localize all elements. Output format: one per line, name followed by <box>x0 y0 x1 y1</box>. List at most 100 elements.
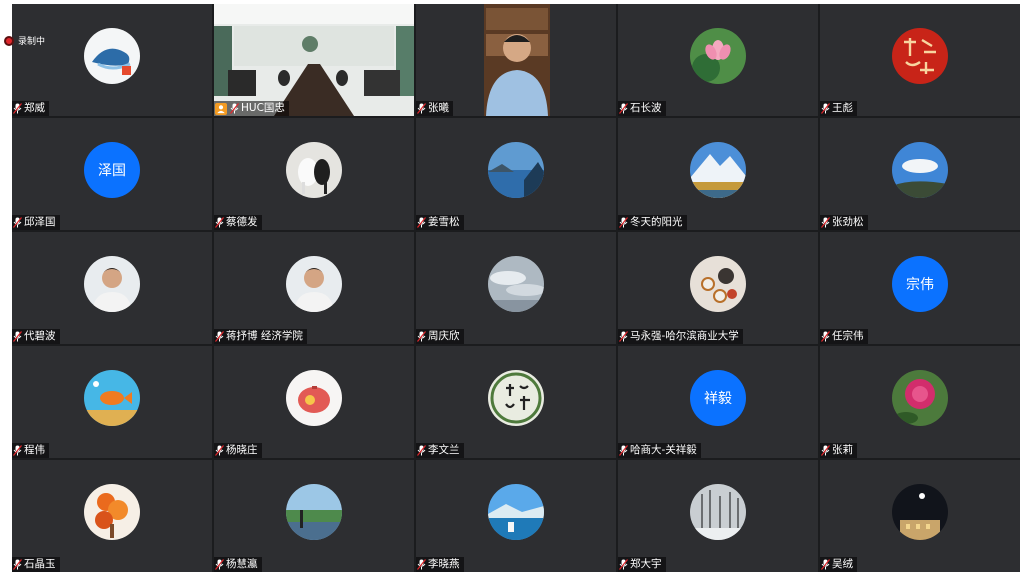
peony-flower-icon <box>892 370 948 426</box>
participant-name-bar: 哈商大-关祥毅 <box>618 443 701 458</box>
participant-tile[interactable]: 郑威 录制中 <box>6 4 212 116</box>
participant-tile[interactable]: 宗伟 任宗伟 <box>820 232 1020 344</box>
participant-name: 蒋抒博 经济学院 <box>226 330 303 342</box>
participant-name: 姜雪松 <box>428 216 460 228</box>
tea-set-icon <box>690 256 746 312</box>
participant-tile[interactable]: 张曦 <box>416 4 616 116</box>
participant-name-bar: HUC国忠 <box>214 101 289 116</box>
participant-name: 马永强-哈尔滨商业大学 <box>630 330 739 342</box>
microphone-icon <box>215 559 224 570</box>
microphone-icon <box>13 445 22 456</box>
participant-name-bar: 杨慧瀛 <box>214 557 262 572</box>
whale-logo-icon <box>84 28 140 84</box>
participant-name-bar: 石晶玉 <box>12 557 60 572</box>
participant-tile[interactable]: 王彪 <box>820 4 1020 116</box>
lake-landscape-icon <box>488 142 544 198</box>
participant-name: 郑威 <box>24 102 45 114</box>
participant-tile[interactable]: 祥毅 哈商大-关祥毅 <box>618 346 818 458</box>
participant-tile[interactable]: 代碧波 <box>12 232 212 344</box>
recording-dot-icon <box>6 37 12 44</box>
participant-name: 王彪 <box>832 102 853 114</box>
microphone-icon <box>821 559 830 570</box>
participant-name: 冬天的阳光 <box>630 216 683 228</box>
microphone-icon <box>821 445 830 456</box>
participant-tile[interactable]: 马永强-哈尔滨商业大学 <box>618 232 818 344</box>
microphone-icon <box>619 217 628 228</box>
participant-name-bar: 石长波 <box>618 101 666 116</box>
participant-name: 杨晓庄 <box>226 444 258 456</box>
microphone-icon <box>230 103 239 114</box>
piggy-bank-icon <box>286 370 342 426</box>
red-calligraphy-seal-icon <box>892 28 948 84</box>
participant-tile[interactable]: 张劲松 <box>820 118 1020 230</box>
participant-name-bar: 姜雪松 <box>416 215 464 230</box>
microphone-icon <box>417 103 426 114</box>
man-portrait-icon <box>286 256 342 312</box>
aquarium-fish-icon <box>84 370 140 426</box>
participant-name: 任宗伟 <box>832 330 864 342</box>
participant-tile[interactable]: 泽国邱泽国 <box>12 118 212 230</box>
participant-name-bar: 冬天的阳光 <box>618 215 687 230</box>
participant-name: 杨慧瀛 <box>226 558 258 570</box>
winter-trees-icon <box>690 484 746 540</box>
microphone-icon <box>215 445 224 456</box>
microphone-icon <box>821 103 830 114</box>
lotus-flower-icon <box>690 28 746 84</box>
participant-name-bar: 张劲松 <box>820 215 868 230</box>
microphone-icon <box>215 331 224 342</box>
participant-tile[interactable]: 姜雪松 <box>416 118 616 230</box>
participant-name-bar: 杨晓庄 <box>214 443 262 458</box>
microphone-icon <box>13 103 22 114</box>
participant-tile[interactable]: 蔡德发 <box>214 118 414 230</box>
participant-tile[interactable]: 杨晓庄 <box>214 346 414 458</box>
participant-name-bar: 郑大宇 <box>618 557 666 572</box>
microphone-icon <box>619 445 628 456</box>
participant-name-bar: 郑威 <box>12 101 49 116</box>
participant-tile[interactable]: 石长波 <box>618 4 818 116</box>
microphone-icon <box>13 331 22 342</box>
participant-name: 邱泽国 <box>24 216 56 228</box>
participant-name: HUC国忠 <box>241 102 285 114</box>
participant-tile[interactable]: 张莉 <box>820 346 1020 458</box>
participant-tile[interactable]: 李文兰 <box>416 346 616 458</box>
microphone-icon <box>821 331 830 342</box>
participant-tile[interactable]: 冬天的阳光 <box>618 118 818 230</box>
participant-name: 周庆欣 <box>428 330 460 342</box>
host-icon <box>215 102 227 115</box>
participant-name-bar: 蔡德发 <box>214 215 262 230</box>
participant-name-bar: 吴绒 <box>820 557 857 572</box>
participant-name-bar: 王彪 <box>820 101 857 116</box>
participant-name: 蔡德发 <box>226 216 258 228</box>
night-building-icon <box>892 484 948 540</box>
microphone-icon <box>417 559 426 570</box>
participant-tile[interactable]: 周庆欣 <box>416 232 616 344</box>
text-avatar: 泽国 <box>84 142 140 198</box>
participant-tile[interactable]: 蒋抒博 经济学院 <box>214 232 414 344</box>
participant-tile[interactable]: 杨慧瀛 <box>214 460 414 572</box>
participant-tile[interactable]: 李晓燕 <box>416 460 616 572</box>
calligraphy-circle-icon <box>488 370 544 426</box>
participant-name-bar: 张莉 <box>820 443 857 458</box>
participant-name-bar: 程伟 <box>12 443 49 458</box>
man-portrait-icon <box>84 256 140 312</box>
participant-name-bar: 邱泽国 <box>12 215 60 230</box>
microphone-icon <box>417 331 426 342</box>
participant-name: 张莉 <box>832 444 853 456</box>
participant-name-bar: 张曦 <box>416 101 453 116</box>
participant-name: 李文兰 <box>428 444 460 456</box>
participant-tile[interactable]: 石晶玉 <box>12 460 212 572</box>
participant-tile[interactable]: 程伟 <box>12 346 212 458</box>
participant-name: 李晓燕 <box>428 558 460 570</box>
microphone-icon <box>13 559 22 570</box>
participant-tile[interactable]: HUC国忠 <box>214 4 414 116</box>
participant-name: 张劲松 <box>832 216 864 228</box>
microphone-icon <box>13 217 22 228</box>
participant-tile[interactable]: 吴绒 <box>820 460 1020 572</box>
participant-name: 哈商大-关祥毅 <box>630 444 697 456</box>
microphone-icon <box>821 217 830 228</box>
participant-tile[interactable]: 郑大宇 <box>618 460 818 572</box>
participant-name: 石晶玉 <box>24 558 56 570</box>
blue-lake-icon <box>488 484 544 540</box>
participant-name-bar: 李文兰 <box>416 443 464 458</box>
snow-mountain-icon <box>690 142 746 198</box>
